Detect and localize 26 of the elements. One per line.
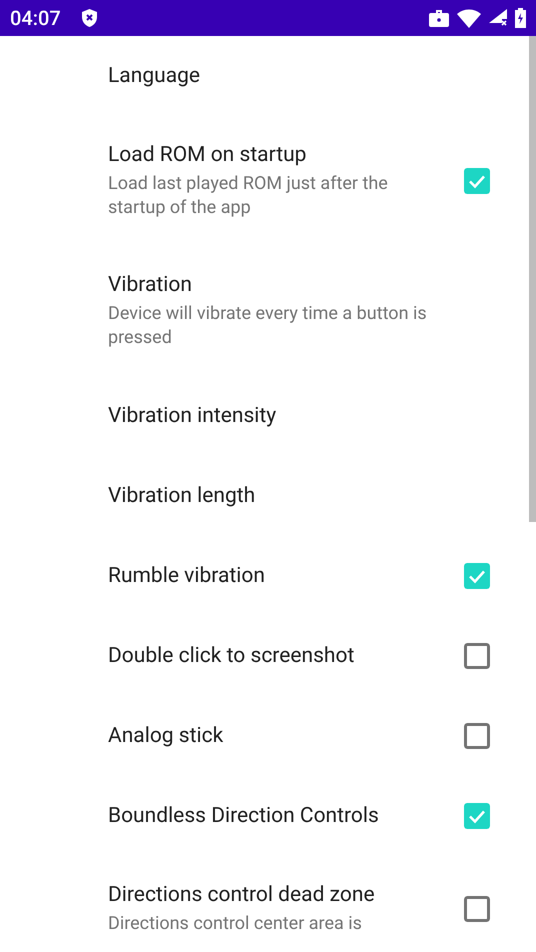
- shield-icon: [80, 8, 98, 28]
- preference-title: Vibration intensity: [108, 403, 278, 429]
- preference-title: Directions control dead zone: [108, 882, 376, 908]
- checkbox[interactable]: [464, 723, 490, 749]
- briefcase-icon: [429, 9, 449, 27]
- signal-icon: [489, 9, 507, 27]
- preference-summary: Directions control center area is: [108, 912, 363, 936]
- status-time: 04:07: [10, 6, 61, 30]
- preference-title: Analog stick: [108, 723, 224, 749]
- preference-title: Double click to screenshot: [108, 643, 356, 669]
- preference-title: Vibration: [108, 272, 193, 298]
- preference-title: Language: [108, 63, 202, 89]
- checkbox[interactable]: [464, 643, 490, 669]
- battery-icon: [515, 8, 526, 28]
- preference-summary: Device will vibrate every time a button is pressed: [108, 302, 428, 350]
- preference-title: Load ROM on startup: [108, 142, 308, 168]
- checkbox[interactable]: [464, 803, 490, 829]
- preference-title: Rumble vibration: [108, 563, 266, 589]
- scrollbar[interactable]: [529, 36, 536, 522]
- wifi-icon: [457, 8, 481, 28]
- preference-title: Boundless Direction Controls: [108, 803, 380, 829]
- preference-summary: Load last played ROM just after the startup of the app: [108, 172, 389, 220]
- preference-title: Vibration length: [108, 483, 256, 509]
- checkbox[interactable]: [464, 563, 490, 589]
- checkbox[interactable]: [464, 168, 490, 194]
- checkbox[interactable]: [464, 896, 490, 922]
